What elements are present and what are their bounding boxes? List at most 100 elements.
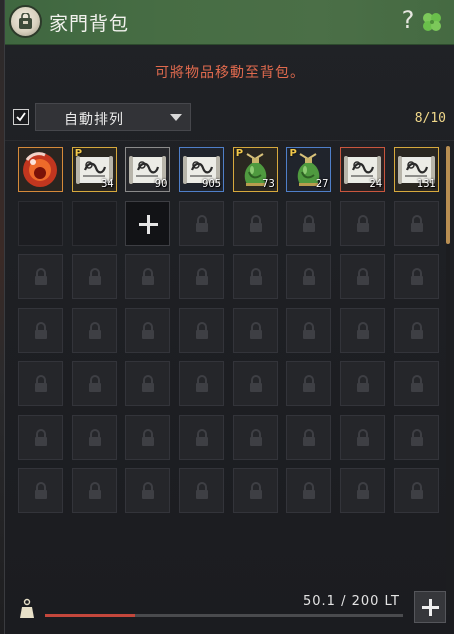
locked-slot[interactable] (286, 307, 332, 353)
empty-slot[interactable] (18, 200, 63, 246)
lock-icon (142, 375, 155, 392)
help-button[interactable]: ? (397, 6, 419, 34)
locked-slot[interactable] (340, 307, 386, 353)
locked-slot[interactable] (340, 254, 386, 299)
locked-slot[interactable] (18, 307, 63, 353)
lock-icon (35, 482, 47, 499)
lock-icon (142, 268, 155, 285)
locked-slot[interactable] (179, 361, 225, 406)
lock-icon (410, 321, 423, 339)
locked-slot[interactable] (18, 468, 63, 513)
lock-icon (249, 321, 262, 339)
locked-slot[interactable] (232, 414, 278, 460)
locked-slot[interactable] (125, 361, 171, 406)
locked-slot[interactable] (179, 200, 225, 246)
red-orb-item[interactable] (18, 147, 63, 192)
lock-icon (357, 482, 370, 499)
locked-slot[interactable] (286, 200, 332, 246)
bag-emblem-icon (9, 5, 42, 38)
locked-slot[interactable] (393, 468, 439, 513)
lock-icon (303, 482, 316, 499)
lock-icon (410, 375, 423, 392)
item-quantity: 131 (416, 177, 436, 190)
locked-slot[interactable] (340, 414, 386, 460)
locked-slot[interactable] (393, 254, 439, 299)
add-slot-button[interactable] (125, 200, 171, 246)
sort-dropdown[interactable]: 自動排列 (35, 103, 191, 131)
locked-slot[interactable] (232, 254, 278, 299)
empty-slot[interactable] (71, 200, 117, 246)
locked-slot[interactable] (71, 361, 117, 406)
lock-icon (410, 428, 423, 446)
lock-icon (303, 214, 316, 232)
locked-slot[interactable] (125, 307, 171, 353)
lock-icon (35, 375, 47, 392)
locked-slot[interactable] (18, 254, 63, 299)
locked-slot[interactable] (125, 468, 171, 513)
lock-icon (196, 482, 209, 499)
scroll-item[interactable]: P 34 (71, 147, 117, 192)
locked-slot[interactable] (125, 254, 171, 299)
lock-icon (410, 482, 423, 499)
locked-slot[interactable] (18, 414, 63, 460)
locked-slot[interactable] (286, 414, 332, 460)
locked-slot[interactable] (340, 468, 386, 513)
scroll-item[interactable]: 905 (179, 147, 225, 192)
lock-icon (357, 321, 370, 339)
lock-icon (88, 428, 101, 446)
locked-slot[interactable] (125, 414, 171, 460)
scrollbar-thumb[interactable] (446, 146, 450, 244)
lock-icon (249, 428, 262, 446)
checkmark-icon (16, 112, 26, 122)
lock-icon (303, 321, 316, 339)
expand-slots-button[interactable] (414, 591, 446, 623)
window-header[interactable]: 家門背包 ? (5, 0, 454, 45)
locked-slot[interactable] (71, 254, 117, 299)
locked-slot[interactable] (71, 307, 117, 353)
locked-slot[interactable] (232, 361, 278, 406)
scroll-item[interactable]: 90 (125, 147, 171, 192)
locked-slot[interactable] (232, 307, 278, 353)
lock-icon (357, 214, 370, 232)
plus-icon-bar (139, 222, 159, 226)
locked-slot[interactable] (286, 361, 332, 406)
locked-slot[interactable] (232, 200, 278, 246)
item-quantity: 73 (262, 177, 275, 190)
locked-slot[interactable] (393, 307, 439, 353)
locked-slot[interactable] (286, 468, 332, 513)
lock-icon (196, 375, 209, 392)
locked-slot[interactable] (393, 414, 439, 460)
locked-slot[interactable] (71, 414, 117, 460)
divider (5, 140, 454, 141)
green-elixir-item[interactable]: P 73 (232, 147, 278, 192)
locked-slot[interactable] (286, 254, 332, 299)
lock-icon (88, 375, 101, 392)
scroll-item[interactable]: 131 (393, 147, 439, 192)
locked-slot[interactable] (71, 468, 117, 513)
lock-icon (35, 428, 47, 446)
locked-slot[interactable] (179, 414, 225, 460)
lock-icon (35, 321, 47, 339)
locked-slot[interactable] (179, 468, 225, 513)
locked-slot[interactable] (18, 361, 63, 406)
lock-icon (88, 482, 101, 499)
locked-slot[interactable] (393, 200, 439, 246)
locked-slot[interactable] (179, 307, 225, 353)
green-elixir-item[interactable]: P 27 (286, 147, 332, 192)
locked-slot[interactable] (340, 361, 386, 406)
locked-slot[interactable] (179, 254, 225, 299)
locked-slot[interactable] (393, 361, 439, 406)
locked-slot[interactable] (232, 468, 278, 513)
auto-sort-checkbox[interactable] (13, 109, 29, 125)
lock-icon (196, 321, 209, 339)
lock-icon (410, 268, 423, 285)
weight-bar-fill (45, 614, 135, 617)
lock-icon (35, 268, 47, 285)
move-items-notice: 可將物品移動至背包。 (155, 65, 305, 81)
clover-icon[interactable] (421, 11, 443, 33)
plus-icon-bar (422, 606, 439, 609)
lock-icon (410, 214, 423, 232)
scroll-item[interactable]: 24 (340, 147, 386, 192)
family-inventory-window: 家門背包 ? 可將物品移動至背包。 自動排列 8/10 P 34 90 905 P 73 P… (4, 0, 454, 634)
locked-slot[interactable] (340, 200, 386, 246)
